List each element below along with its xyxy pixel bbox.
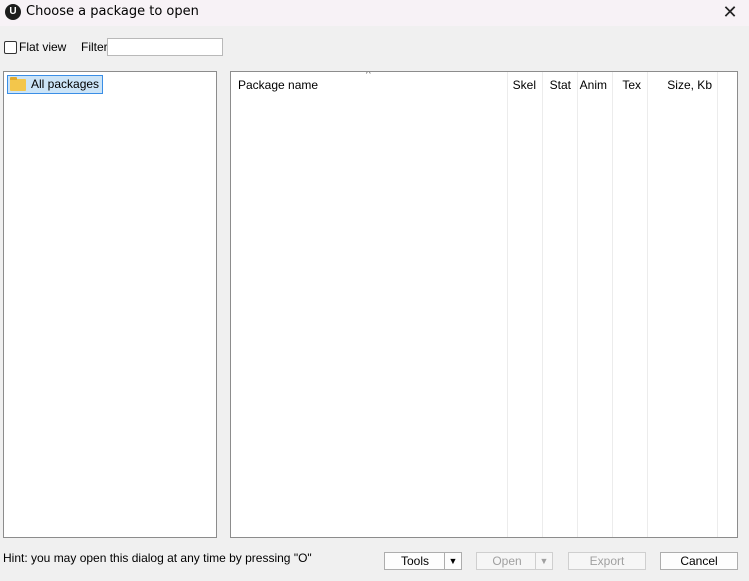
export-button[interactable]: Export bbox=[568, 552, 646, 570]
flat-view-checkbox[interactable] bbox=[4, 41, 17, 54]
column-header-stat[interactable]: Stat bbox=[550, 78, 571, 92]
column-header-size[interactable]: Size, Kb bbox=[667, 78, 712, 92]
tools-dropdown-icon[interactable]: ▼ bbox=[444, 553, 461, 569]
tools-button-label: Tools bbox=[400, 554, 429, 568]
tree-item-label: All packages bbox=[31, 77, 100, 91]
column-header-skel[interactable]: Skel bbox=[513, 78, 536, 92]
tools-button[interactable]: Tools ▼ bbox=[384, 552, 462, 570]
hint-text: Hint: you may open this dialog at any ti… bbox=[3, 551, 312, 565]
open-button[interactable]: Open ▼ bbox=[476, 552, 553, 570]
column-header-anim[interactable]: Anim bbox=[580, 78, 607, 92]
package-tree[interactable]: All packages bbox=[3, 71, 217, 538]
column-header-package-name[interactable]: Package name bbox=[238, 78, 318, 92]
flat-view-label[interactable]: Flat view bbox=[19, 40, 66, 54]
column-anim[interactable]: Anim bbox=[578, 72, 613, 537]
open-button-label: Open bbox=[492, 554, 522, 568]
title-bar: U Choose a package to open ✕ bbox=[0, 0, 749, 26]
window-title: Choose a package to open bbox=[26, 4, 199, 19]
open-dropdown-icon[interactable]: ▼ bbox=[535, 553, 552, 569]
tree-item-all-packages[interactable]: All packages bbox=[7, 75, 104, 94]
column-tex[interactable]: Tex bbox=[613, 72, 648, 537]
column-size[interactable]: Size, Kb bbox=[648, 72, 718, 537]
app-logo-icon: U bbox=[5, 4, 21, 20]
column-skel[interactable]: Skel bbox=[508, 72, 543, 537]
package-list[interactable]: ^ Package name Skel Stat Anim Tex Size, … bbox=[230, 71, 738, 538]
column-header-tex[interactable]: Tex bbox=[622, 78, 641, 92]
folder-icon bbox=[10, 76, 26, 91]
column-package-name[interactable]: Package name bbox=[231, 72, 508, 537]
column-stat[interactable]: Stat bbox=[543, 72, 578, 537]
close-button[interactable]: ✕ bbox=[719, 2, 741, 22]
cancel-button[interactable]: Cancel bbox=[660, 552, 738, 570]
filter-input[interactable] bbox=[107, 38, 223, 56]
